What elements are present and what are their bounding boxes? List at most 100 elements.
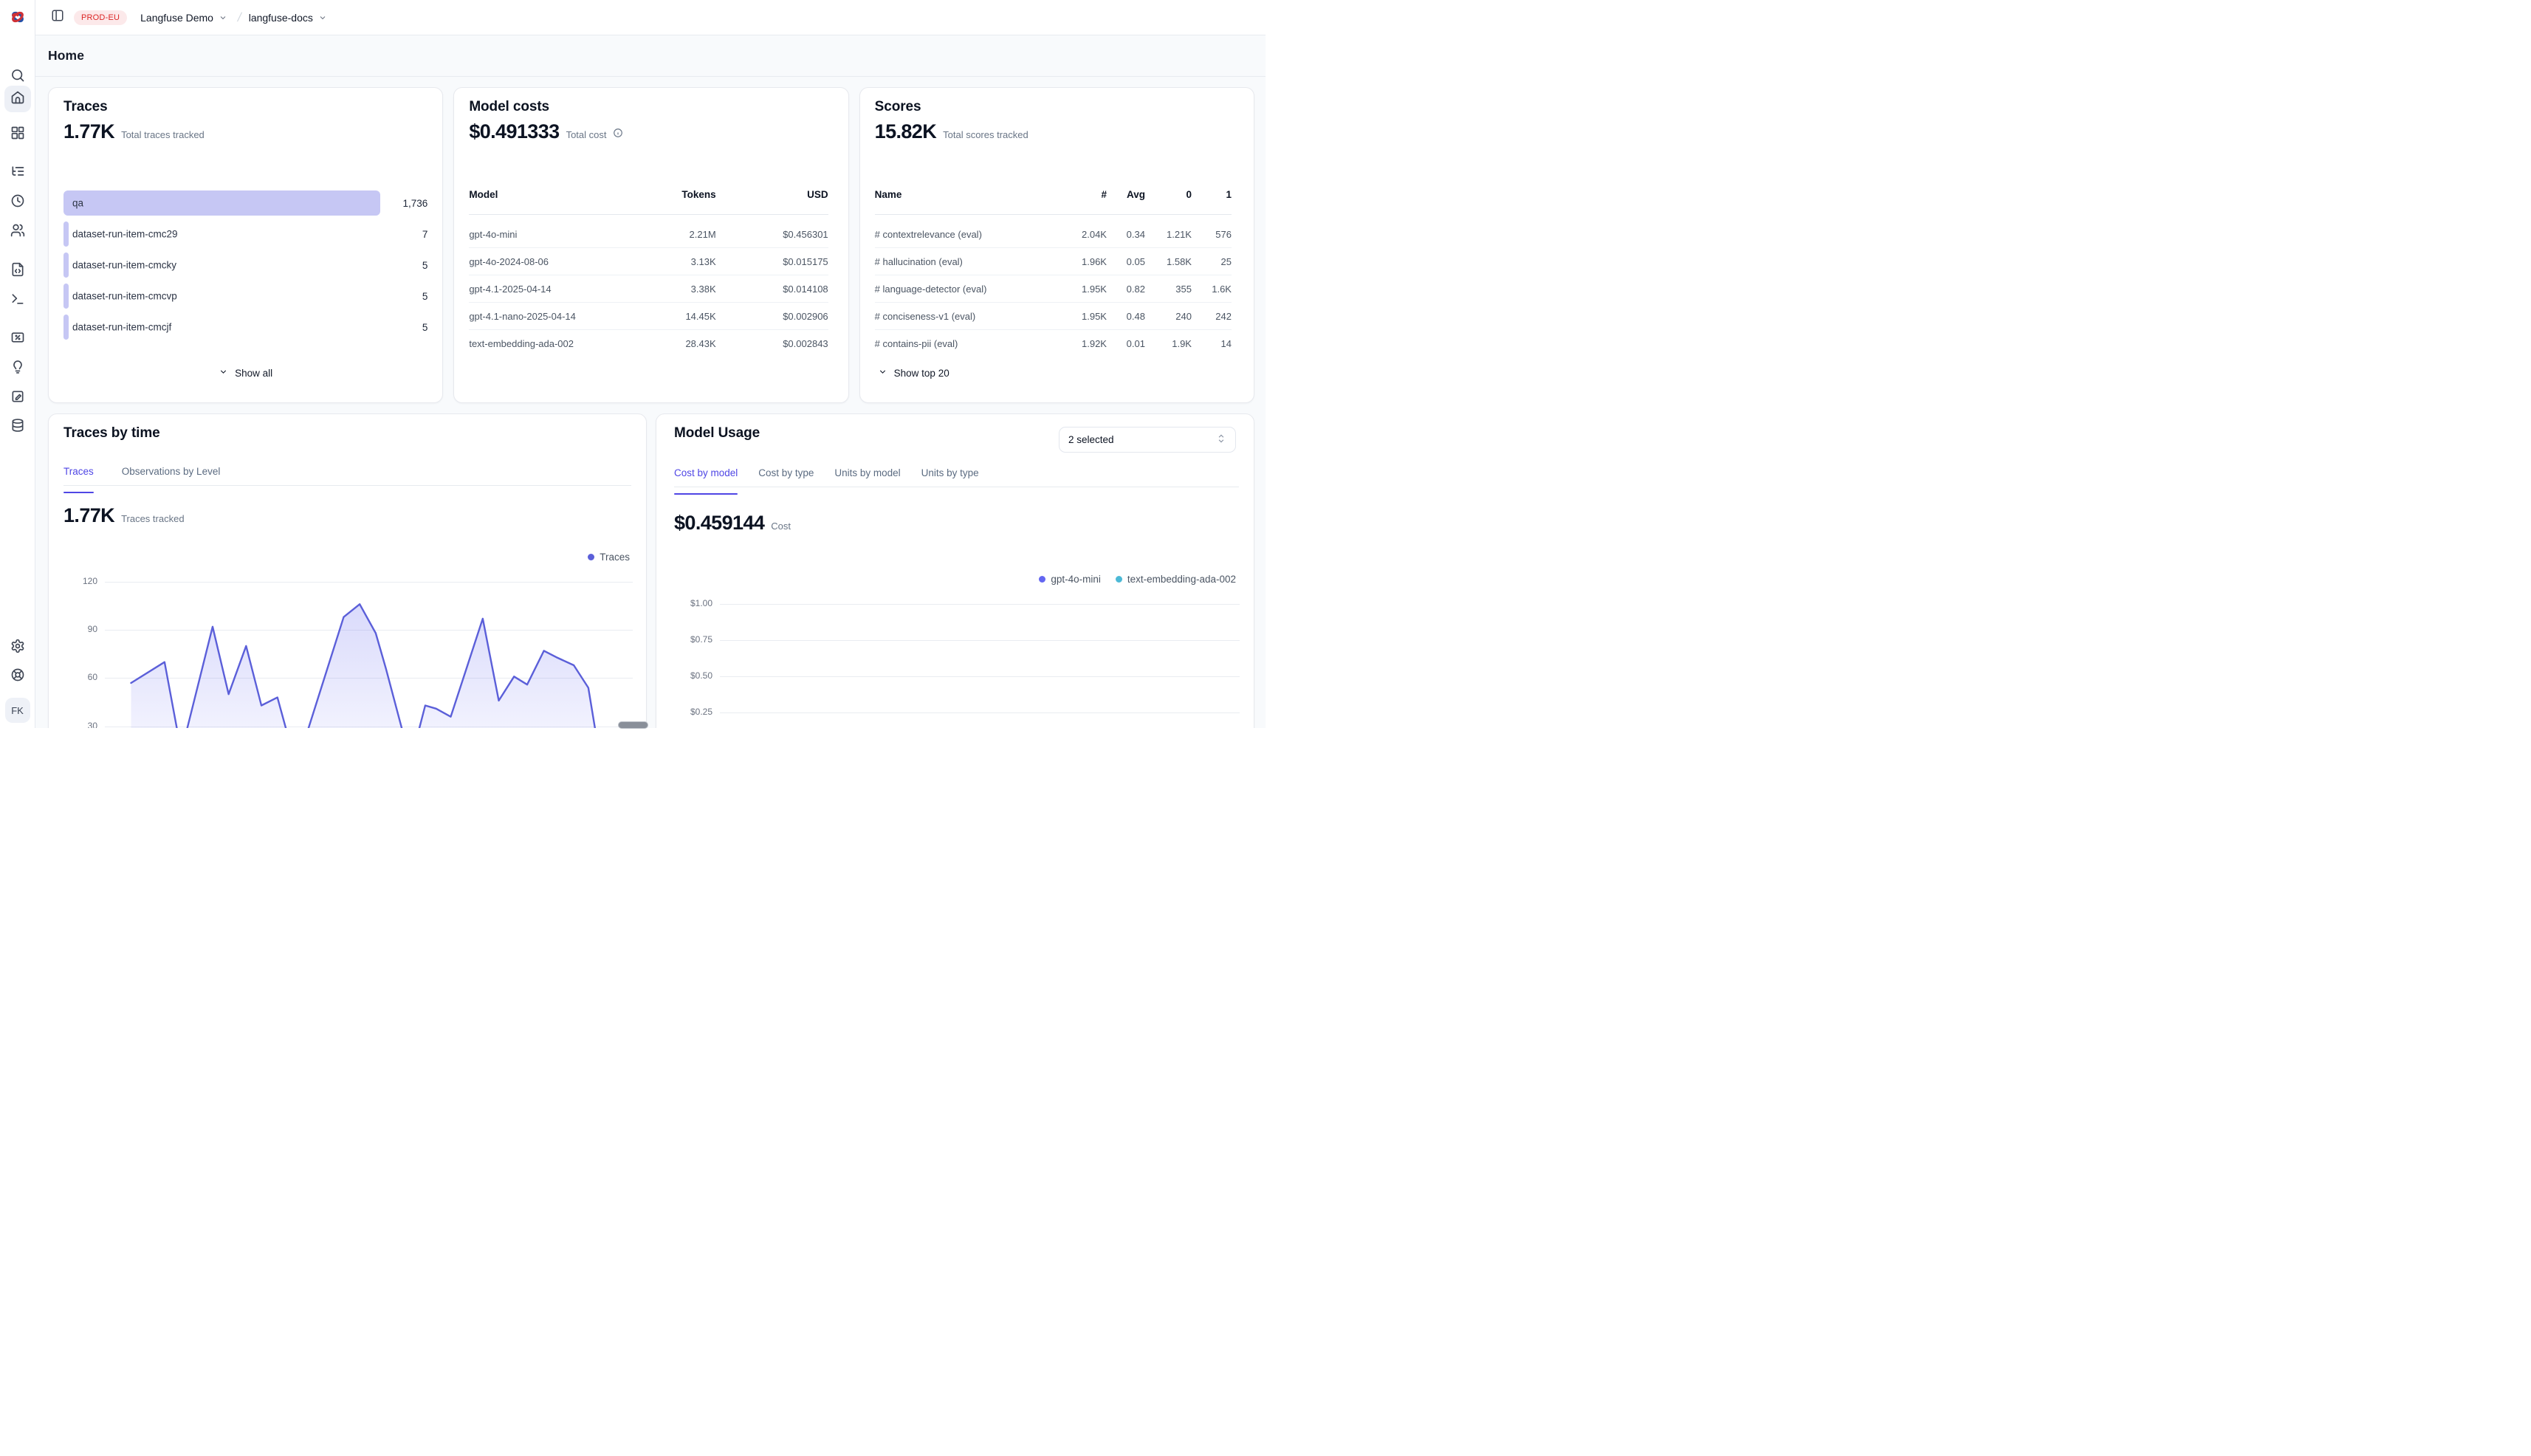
traces-area-chart: 120906030 [63,566,633,728]
gridline [720,604,1240,605]
tab-traces[interactable]: Traces [63,466,94,485]
environment-badge: PROD-EU [74,10,127,25]
total-cost: $0.491333 [469,120,559,143]
tab-units-by-model[interactable]: Units by model [834,467,900,487]
user-avatar[interactable]: FK [5,698,30,723]
usage-cost-total: $0.459144 [674,512,764,535]
trace-bar-row: dataset-run-item-cmcky 5 [63,253,427,278]
table-row: # contextrelevance (eval) 2.04K 0.34 1.2… [875,221,1232,248]
project-name: langfuse-docs [249,12,313,24]
table-row: # conciseness-v1 (eval) 1.95K 0.48 240 2… [875,303,1232,330]
breadcrumb: Langfuse Demo / langfuse-docs [127,10,332,25]
legend-dot [1116,576,1122,583]
page-header: Home [35,35,1266,77]
model-filter-select[interactable]: 2 selected [1059,427,1236,453]
table-row: # hallucination (eval) 1.96K 0.05 1.58K … [875,248,1232,275]
sidebar-item-settings[interactable] [4,634,31,661]
traces-tracked-label: Traces tracked [121,513,185,524]
cost-by-model-chart: $1.00$0.75$0.50$0.25 [674,588,1240,728]
lightbulb-icon [10,360,25,378]
sidebar-item-sessions[interactable] [4,189,31,216]
scrollbar-thumb[interactable] [618,721,648,729]
search-icon [10,68,25,86]
y-tick-label: $0.50 [677,670,712,681]
database-icon [10,418,25,436]
trace-bar-value: 5 [380,260,427,271]
card-title: Scores [875,99,921,115]
terminal-icon [10,292,25,310]
chevrons-up-down-icon [1216,433,1226,446]
scores-total: 15.82K [875,120,936,143]
list-tree-icon [10,164,25,182]
table-row: gpt-4o-mini 2.21M $0.456301 [469,221,828,248]
sidebar-item-annotation[interactable] [4,385,31,411]
chevron-down-icon [318,13,327,24]
home-icon [10,90,25,109]
sidebar-toggle-button[interactable] [47,7,68,28]
traces-by-time-tabs: Traces Observations by Level [63,466,631,486]
scores-total-label: Total scores tracked [943,129,1028,140]
langfuse-logo[interactable] [7,6,29,28]
gridline [720,676,1240,677]
tab-cost-by-model[interactable]: Cost by model [674,467,738,487]
project-selector[interactable]: langfuse-docs [249,11,332,24]
table-row: text-embedding-ada-002 28.43K $0.002843 [469,330,828,357]
page-title: Home [48,48,84,63]
card-title: Model costs [469,99,549,115]
y-tick-label: 30 [62,721,97,728]
tab-cost-by-type[interactable]: Cost by type [758,467,814,487]
table-row: # language-detector (eval) 1.95K 0.82 35… [875,275,1232,303]
breadcrumb-divider: / [236,10,243,25]
legend-item: gpt-4o-mini [1039,574,1101,585]
scores-card: Scores 15.82K Total scores tracked Name … [859,87,1254,403]
topbar: PROD-EU Langfuse Demo / langfuse-docs [35,0,1266,35]
tab-units-by-type[interactable]: Units by type [921,467,979,487]
sidebar-item-ideas[interactable] [4,355,31,382]
sidebar-item-prompts[interactable] [4,258,31,284]
plot-area [105,566,633,728]
table-row: # contains-pii (eval) 1.92K 0.01 1.9K 14 [875,330,1232,357]
sidebar-item-playground[interactable] [4,287,31,314]
table-row: gpt-4.1-2025-04-14 3.38K $0.014108 [469,275,828,303]
dashboard-grid-icon [10,126,25,144]
org-selector[interactable]: Langfuse Demo [140,11,232,24]
show-all-button[interactable]: Show all [219,367,272,379]
trace-bar-value: 5 [380,322,427,333]
legend-dot [588,554,594,560]
info-icon[interactable] [613,128,623,138]
legend-dot [1039,576,1045,583]
chart-legend: Traces [588,552,630,563]
table-header: Name # Avg 0 1 [875,194,1232,215]
trace-bar-row: dataset-run-item-cmc29 7 [63,222,427,247]
trace-bar-label: dataset-run-item-cmcvp [72,291,177,302]
sidebar-item-support[interactable] [4,663,31,690]
sidebar-item-evaluation[interactable] [4,326,31,352]
file-code-icon [10,262,25,281]
sidebar-item-dashboards[interactable] [4,121,31,148]
chevron-down-icon [219,13,227,24]
y-tick-label: $0.75 [677,634,712,645]
card-title: Model Usage [674,425,760,442]
chart-legend: gpt-4o-mini text-embedding-ada-002 [1039,574,1236,585]
model-usage-tabs: Cost by model Cost by type Units by mode… [674,467,1239,487]
trace-bar-row: qa 1,736 [63,190,427,216]
clock-icon [10,193,25,212]
legend-item: Traces [588,552,630,563]
scores-table: Name # Avg 0 1 # contextrelevance (eval)… [875,194,1232,357]
table-row: gpt-4o-2024-08-06 3.13K $0.015175 [469,248,828,275]
traces-total: 1.77K [63,120,114,143]
traces-tracked-total: 1.77K [63,504,114,527]
app-root: FK PROD-EU Langfuse Demo / langfuse-docs [0,0,1266,728]
card-title: Traces by time [63,425,160,442]
panel-left-icon [51,9,64,26]
sidebar-item-datasets[interactable] [4,413,31,440]
tab-observations-by-level[interactable]: Observations by Level [122,466,221,485]
chevron-down-icon [219,367,228,379]
model-costs-table: Model Tokens USD gpt-4o-mini 2.21M $0.45… [469,194,828,357]
y-tick-label: $1.00 [677,598,712,608]
sidebar-item-tracing[interactable] [4,159,31,186]
show-top-20-button[interactable]: Show top 20 [878,367,949,379]
chevron-down-icon [878,367,887,379]
sidebar-item-users[interactable] [4,219,31,245]
sidebar-item-home[interactable] [4,86,31,112]
